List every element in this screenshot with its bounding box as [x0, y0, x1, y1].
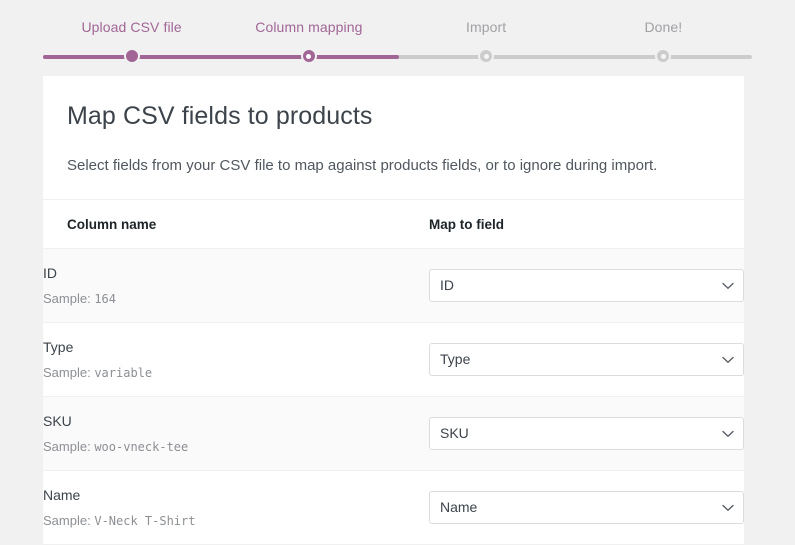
step-dot-upload-csv-file[interactable]	[125, 50, 138, 62]
step-label-import: Import	[465, 19, 507, 35]
map-field-select-wrapper: SKU	[429, 417, 744, 450]
stepper-rail	[43, 49, 752, 67]
step-label-column-mapping[interactable]: Column mapping	[220, 18, 397, 36]
map-field-select-sku[interactable]: SKU	[429, 417, 744, 450]
csv-column-sample: Sample: woo-vneck-tee	[43, 438, 429, 456]
map-field-select-wrapper: Name	[429, 491, 744, 524]
table-header: Column name Map to field	[43, 200, 744, 249]
table-header-row: Column name Map to field	[43, 200, 744, 249]
table-row: Type Sample: variable Type	[43, 322, 744, 397]
import-stepper: Upload CSV file Column mapping Import Do…	[0, 0, 795, 67]
column-header-column-name: Column name	[43, 200, 429, 249]
sample-label: Sample:	[43, 291, 91, 306]
card-header: Map CSV fields to products Select fields…	[43, 76, 744, 200]
column-mapping-card: Map CSV fields to products Select fields…	[43, 76, 744, 545]
sample-value: woo-vneck-tee	[94, 440, 189, 454]
cell-map-to-field: Name	[429, 470, 744, 545]
table-row: ID Sample: 164 ID	[43, 248, 744, 323]
map-field-select-name[interactable]: Name	[429, 491, 744, 524]
table-row: Name Sample: V-Neck T-Shirt Name	[43, 470, 744, 545]
table-row: SKU Sample: woo-vneck-tee SKU	[43, 396, 744, 471]
cell-map-to-field: Type	[429, 322, 744, 397]
csv-column-sample: Sample: V-Neck T-Shirt	[43, 512, 429, 530]
csv-column-name: Type	[43, 339, 74, 355]
sample-value: 164	[94, 292, 117, 306]
cell-column-name: Name Sample: V-Neck T-Shirt	[43, 470, 429, 545]
column-header-map-to-field: Map to field	[429, 200, 744, 249]
map-field-select-id[interactable]: ID	[429, 269, 744, 302]
sample-label: Sample:	[43, 513, 91, 528]
csv-column-name: ID	[43, 265, 57, 281]
cell-column-name: Type Sample: variable	[43, 322, 429, 397]
sample-label: Sample:	[43, 365, 91, 380]
csv-column-name: Name	[43, 487, 81, 503]
column-mapping-table: Column name Map to field ID Sample: 164 …	[43, 200, 744, 545]
page-title: Map CSV fields to products	[67, 102, 373, 130]
page-description: Select fields from your CSV file to map …	[67, 156, 658, 174]
cell-column-name: ID Sample: 164	[43, 248, 429, 323]
step-dot-import	[480, 50, 493, 62]
table-body: ID Sample: 164 ID Type Sample: variable …	[43, 248, 744, 545]
cell-map-to-field: ID	[429, 248, 744, 323]
csv-column-sample: Sample: 164	[43, 290, 429, 308]
map-field-select-wrapper: Type	[429, 343, 744, 376]
step-dot-done	[657, 50, 670, 62]
sample-value: variable	[94, 366, 153, 380]
cell-map-to-field: SKU	[429, 396, 744, 471]
sample-value: V-Neck T-Shirt	[94, 514, 196, 528]
sample-label: Sample:	[43, 439, 91, 454]
step-label-upload-csv-file[interactable]: Upload CSV file	[43, 18, 220, 36]
stepper-labels: Upload CSV file Column mapping Import Do…	[43, 18, 752, 36]
stepper-rail-progress	[43, 55, 399, 59]
map-field-select-type[interactable]: Type	[429, 343, 744, 376]
step-label-done: Done!	[644, 19, 683, 35]
cell-column-name: SKU Sample: woo-vneck-tee	[43, 396, 429, 471]
csv-column-sample: Sample: variable	[43, 364, 429, 382]
map-field-select-wrapper: ID	[429, 269, 744, 302]
csv-column-name: SKU	[43, 413, 72, 429]
step-dot-column-mapping[interactable]	[302, 50, 315, 62]
